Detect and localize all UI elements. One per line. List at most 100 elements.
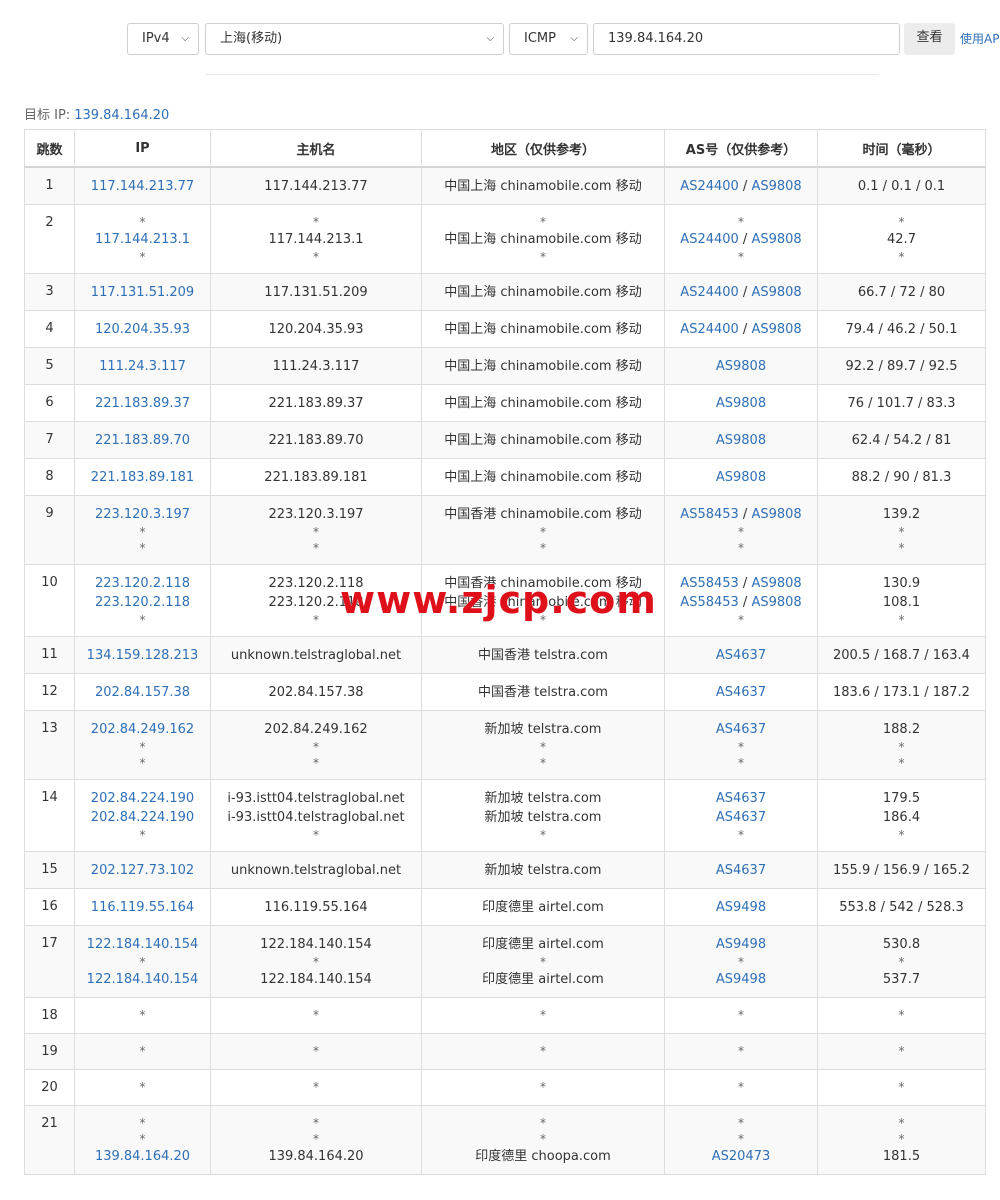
time-value: 181.5 bbox=[882, 1149, 921, 1164]
as-link[interactable]: AS4637 bbox=[716, 863, 766, 878]
as-cell: AS4637 bbox=[664, 673, 818, 711]
ip-value[interactable]: 202.84.249.162 bbox=[79, 720, 206, 739]
table-row: 4 120.204.35.93 120.204.35.93 中国上海 chinamob… bbox=[24, 310, 986, 348]
as-link[interactable]: AS9808 bbox=[751, 285, 801, 300]
as-link[interactable]: AS9808 bbox=[716, 470, 766, 485]
timeout-marker: * bbox=[540, 525, 546, 539]
ip-value[interactable]: 223.120.2.118 bbox=[79, 574, 206, 593]
as-link[interactable]: AS4637 bbox=[716, 648, 766, 663]
as-link[interactable]: AS9808 bbox=[716, 396, 766, 411]
ip-value[interactable]: 223.120.2.118 bbox=[79, 593, 206, 612]
timeout-marker: * bbox=[313, 1080, 319, 1094]
timeout-marker: * bbox=[139, 740, 146, 754]
ip-value[interactable]: 117.144.213.77 bbox=[79, 177, 206, 196]
ip-version-select[interactable]: IPv4 ⌵ bbox=[127, 23, 199, 55]
ip-value[interactable]: 120.204.35.93 bbox=[79, 320, 206, 339]
as-link[interactable]: AS20473 bbox=[712, 1149, 771, 1164]
ip-value[interactable]: 116.119.55.164 bbox=[79, 898, 206, 917]
as-link[interactable]: AS9808 bbox=[751, 179, 801, 194]
as-link[interactable]: AS9808 bbox=[751, 576, 801, 591]
time-cell: 188.2 * * bbox=[817, 710, 986, 780]
header-region: 地区（仅供参考） bbox=[421, 129, 665, 168]
as-link[interactable]: AS4637 bbox=[716, 722, 766, 737]
ip-value[interactable]: 221.183.89.181 bbox=[79, 468, 206, 487]
location-select[interactable]: 上海(移动) ⌵ bbox=[205, 23, 504, 55]
as-link[interactable]: AS9498 bbox=[716, 937, 766, 952]
time-cell: 530.8 * 537.7 bbox=[817, 925, 986, 998]
hostname-value: 221.183.89.181 bbox=[264, 470, 368, 485]
query-button[interactable]: 查看 bbox=[904, 23, 955, 55]
as-cell: AS58453 / AS9808 AS58453 / AS9808 * bbox=[664, 564, 818, 637]
hostname-cell: * * 139.84.164.20 bbox=[210, 1105, 422, 1175]
region-cell: 中国香港 telstra.com bbox=[421, 673, 665, 711]
as-link[interactable]: AS58453 bbox=[680, 595, 739, 610]
ip-value[interactable]: 202.84.224.190 bbox=[79, 789, 206, 808]
as-link[interactable]: AS9808 bbox=[751, 507, 801, 522]
ip-value[interactable]: 117.144.213.1 bbox=[79, 230, 206, 249]
as-link[interactable]: AS24400 bbox=[680, 322, 739, 337]
hostname-cell: * bbox=[210, 1069, 422, 1106]
ip-cell: 221.183.89.37 bbox=[74, 384, 211, 422]
api-link[interactable]: 使用AP bbox=[960, 30, 999, 47]
timeout-marker: * bbox=[540, 1116, 546, 1130]
as-link[interactable]: AS9808 bbox=[716, 359, 766, 374]
ip-value[interactable]: 122.184.140.154 bbox=[79, 970, 206, 989]
target-ip-value[interactable]: 139.84.164.20 bbox=[74, 108, 169, 123]
as-link[interactable]: AS9808 bbox=[751, 322, 801, 337]
hop-number: 14 bbox=[24, 779, 75, 852]
region-value: 中国上海 chinamobile.com 移动 bbox=[444, 179, 642, 194]
ip-value[interactable]: 202.84.157.38 bbox=[79, 683, 206, 702]
hostname-value: 223.120.3.197 bbox=[268, 507, 364, 522]
hop-number: 19 bbox=[24, 1033, 75, 1070]
as-link[interactable]: AS24400 bbox=[680, 232, 739, 247]
as-link[interactable]: AS9808 bbox=[751, 595, 801, 610]
timeout-marker: * bbox=[738, 756, 744, 770]
hop-number: 13 bbox=[24, 710, 75, 780]
region-cell: 中国香港 telstra.com bbox=[421, 636, 665, 674]
ip-value[interactable]: 111.24.3.117 bbox=[79, 357, 206, 376]
time-cell: 79.4 / 46.2 / 50.1 bbox=[817, 310, 986, 348]
ip-value[interactable]: 202.127.73.102 bbox=[79, 861, 206, 880]
timeout-marker: * bbox=[139, 250, 146, 264]
time-cell: 130.9 108.1 * bbox=[817, 564, 986, 637]
ip-value[interactable]: 117.131.51.209 bbox=[79, 283, 206, 302]
as-cell: AS9808 bbox=[664, 347, 818, 385]
region-value: 印度德里 airtel.com bbox=[482, 900, 604, 915]
as-link[interactable]: AS4637 bbox=[716, 791, 766, 806]
time-cell: 200.5 / 168.7 / 163.4 bbox=[817, 636, 986, 674]
as-link[interactable]: AS4637 bbox=[716, 685, 766, 700]
hostname-value: 122.184.140.154 bbox=[260, 937, 372, 952]
time-cell: * 42.7 * bbox=[817, 204, 986, 274]
as-separator: / bbox=[738, 322, 752, 337]
ip-value[interactable]: 202.84.224.190 bbox=[79, 808, 206, 827]
as-link[interactable]: AS4637 bbox=[716, 810, 766, 825]
as-link[interactable]: AS24400 bbox=[680, 179, 739, 194]
timeout-marker: * bbox=[139, 215, 146, 229]
region-value: 中国上海 chinamobile.com 移动 bbox=[444, 322, 642, 337]
as-link[interactable]: AS58453 bbox=[680, 507, 739, 522]
ip-value[interactable]: 223.120.3.197 bbox=[79, 505, 206, 524]
target-ip-label: 目标 IP: bbox=[24, 108, 71, 123]
as-link[interactable]: AS9808 bbox=[751, 232, 801, 247]
target-input[interactable]: 139.84.164.20 bbox=[593, 23, 900, 55]
as-link[interactable]: AS9808 bbox=[716, 433, 766, 448]
timeout-marker: * bbox=[540, 541, 546, 555]
as-link[interactable]: AS9498 bbox=[716, 900, 766, 915]
timeout-marker: * bbox=[540, 1132, 546, 1146]
ip-value[interactable]: 221.183.89.37 bbox=[79, 394, 206, 413]
ip-value[interactable]: 221.183.89.70 bbox=[79, 431, 206, 450]
method-select[interactable]: ICMP ⌵ bbox=[509, 23, 588, 55]
table-row: 9 223.120.3.197 * * 223.120.3.197 * * 中国香港 chin… bbox=[24, 495, 986, 565]
timeout-marker: * bbox=[898, 525, 905, 539]
as-link[interactable]: AS9498 bbox=[716, 972, 766, 987]
timeout-marker: * bbox=[313, 955, 319, 969]
hostname-value: 221.183.89.70 bbox=[268, 433, 364, 448]
as-link[interactable]: AS24400 bbox=[680, 285, 739, 300]
as-link[interactable]: AS58453 bbox=[680, 576, 739, 591]
table-row: 19 * * * * * bbox=[24, 1033, 986, 1070]
ip-value[interactable]: 122.184.140.154 bbox=[79, 935, 206, 954]
ip-value[interactable]: 134.159.128.213 bbox=[79, 646, 206, 665]
hostname-value: 202.84.157.38 bbox=[268, 685, 364, 700]
ip-value[interactable]: 139.84.164.20 bbox=[79, 1147, 206, 1166]
timeout-marker: * bbox=[898, 1044, 905, 1058]
